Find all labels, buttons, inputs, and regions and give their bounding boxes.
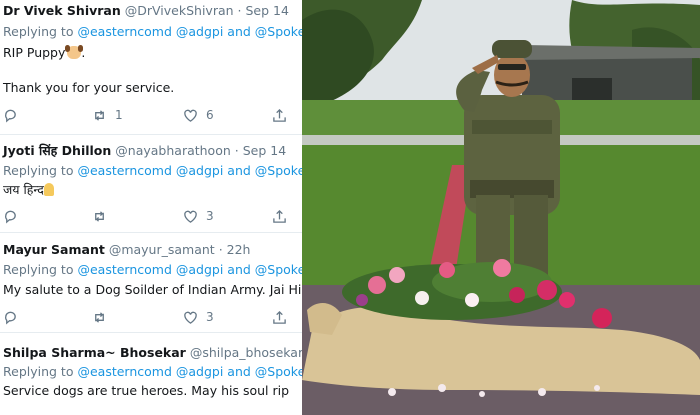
share-button[interactable] (272, 106, 287, 124)
separator-dot: · (234, 143, 239, 158)
replying-to: Replying to @easterncomd @adgpi and @Spo… (3, 24, 302, 40)
author-handle[interactable]: @mayur_samant (109, 242, 215, 257)
separator-dot: · (218, 242, 223, 257)
like-count: 3 (206, 310, 214, 324)
tweet-actions: 3 (0, 308, 302, 326)
timestamp[interactable]: Sep 14 (246, 3, 289, 18)
like-button[interactable]: 6 (183, 106, 214, 124)
tweet-text: जय हिन्द (3, 182, 54, 198)
photo-illustration (302, 0, 700, 415)
tweet[interactable]: Jyoti सिंह Dhillon @nayabharathoon · Sep… (0, 135, 302, 233)
dog-face-icon (65, 45, 84, 59)
like-button[interactable]: 3 (183, 308, 214, 326)
author-name[interactable]: Dr Vivek Shivran (3, 3, 121, 18)
share-button[interactable] (272, 308, 287, 326)
share-icon (273, 108, 286, 122)
tweet-header: Shilpa Sharma~ Bhosekar @shilpa_bhosekar… (3, 345, 302, 361)
tweet-text-line: Thank you for your service. (3, 80, 175, 95)
share-button[interactable] (272, 207, 287, 225)
replying-to: Replying to @easterncomd @adgpi and @Spo… (3, 163, 302, 179)
reply-icon (5, 109, 16, 123)
like-count: 3 (206, 209, 214, 223)
retweet-icon (95, 311, 104, 323)
retweet-icon (95, 210, 104, 222)
tweet-header: Mayur Samant @mayur_samant · 22h (3, 242, 250, 258)
reply-feed: Dr Vivek Shivran @DrVivekShivran · Sep 1… (0, 0, 302, 415)
mention-links[interactable]: @easterncomd @adgpi and @Spokes (77, 24, 302, 39)
author-name[interactable]: Shilpa Sharma~ Bhosekar (3, 345, 186, 360)
tweet-text-line: RIP Puppy (3, 45, 66, 60)
timestamp[interactable]: 22h (227, 242, 251, 257)
replying-to-label: Replying to (3, 364, 74, 379)
timestamp[interactable]: Sep 14 (243, 143, 286, 158)
author-handle[interactable]: @shilpa_bhosekar (190, 345, 302, 360)
like-count: 6 (206, 108, 214, 122)
share-icon (273, 209, 286, 223)
heart-icon (184, 210, 197, 223)
tweet-actions: 3 (0, 207, 302, 225)
tweet[interactable]: Dr Vivek Shivran @DrVivekShivran · Sep 1… (0, 0, 302, 135)
tweet-actions: 1 6 (0, 106, 302, 124)
reply-icon (5, 311, 16, 325)
reply-icon (5, 210, 16, 224)
author-name[interactable]: Mayur Samant (3, 242, 105, 257)
retweet-button[interactable]: 1 (92, 106, 123, 124)
heart-icon (184, 109, 197, 122)
author-handle[interactable]: @DrVivekShivran (125, 3, 234, 18)
tribute-photo (302, 0, 700, 415)
retweet-count: 1 (115, 108, 123, 122)
replying-to-label: Replying to (3, 262, 74, 277)
mention-links[interactable]: @easterncomd @adgpi and @Spokes (77, 364, 302, 379)
replying-to: Replying to @easterncomd @adgpi and @Spo… (3, 262, 302, 278)
replying-to: Replying to @easterncomd @adgpi and @Spo… (3, 364, 302, 380)
mention-links[interactable]: @easterncomd @adgpi and @Spokes (77, 163, 302, 178)
share-icon (273, 310, 286, 324)
separator-dot: · (237, 3, 242, 18)
replying-to-label: Replying to (3, 24, 74, 39)
author-name[interactable]: Jyoti सिंह Dhillon (3, 143, 111, 158)
reply-button[interactable] (3, 308, 18, 326)
retweet-button[interactable] (92, 308, 107, 326)
tweet-text-line: जय हिन्द (3, 182, 44, 197)
replying-to-label: Replying to (3, 163, 74, 178)
author-handle[interactable]: @nayabharathoon (115, 143, 231, 158)
tweet[interactable]: Shilpa Sharma~ Bhosekar @shilpa_bhosekar… (0, 333, 302, 415)
tweet-header: Jyoti सिंह Dhillon @nayabharathoon · Sep… (3, 143, 286, 159)
heart-icon (184, 311, 197, 324)
folded-hands-icon (43, 183, 54, 196)
reply-button[interactable] (3, 207, 18, 225)
tweet[interactable]: Mayur Samant @mayur_samant · 22h Replyin… (0, 233, 302, 333)
like-button[interactable]: 3 (183, 207, 214, 225)
retweet-icon (95, 109, 104, 121)
retweet-button[interactable] (92, 207, 107, 225)
tweet-header: Dr Vivek Shivran @DrVivekShivran · Sep 1… (3, 3, 289, 19)
mention-links[interactable]: @easterncomd @adgpi and @Spokes (77, 262, 302, 277)
tweet-text-line: Service dogs are true heroes. May his so… (3, 383, 290, 398)
reply-button[interactable] (3, 106, 18, 124)
tweet-text-line: My salute to a Dog Soilder of Indian Arm… (3, 282, 302, 297)
tweet-text: RIP Puppy. (3, 45, 86, 60)
